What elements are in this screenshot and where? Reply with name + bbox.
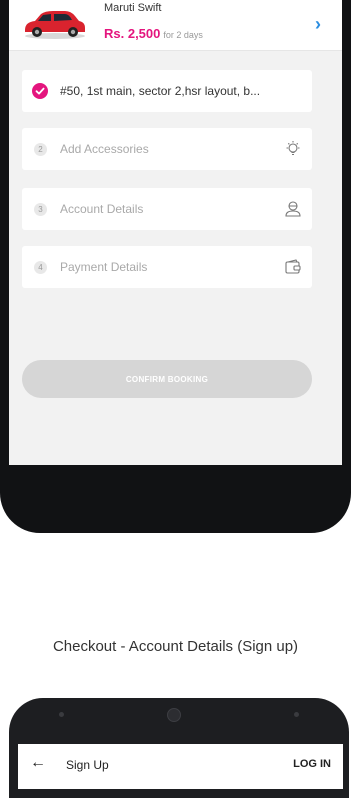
back-arrow-icon[interactable]: ←	[30, 754, 46, 772]
signup-title: Sign Up	[66, 758, 109, 772]
section-caption: Checkout - Account Details (Sign up)	[52, 638, 299, 655]
car-price-value: Rs. 2,500	[104, 26, 161, 41]
car-price: Rs. 2,500 for 2 days	[104, 26, 203, 41]
phone-frame-top: Maruti Swift Rs. 2,500 for 2 days › #50, …	[0, 0, 351, 533]
confirm-booking-button[interactable]: CONFIRM BOOKING	[22, 360, 312, 398]
chevron-right-icon[interactable]: ›	[315, 14, 321, 35]
wallet-icon	[285, 259, 301, 274]
step-number: 4	[34, 261, 47, 274]
step-number: 3	[34, 203, 47, 216]
rental-duration: for 2 days	[163, 30, 203, 40]
sensor-dot	[294, 712, 299, 717]
checkout-screen: Maruti Swift Rs. 2,500 for 2 days › #50, …	[9, 0, 342, 465]
lightbulb-icon	[286, 141, 300, 156]
signup-app-bar: ← Sign Up LOG IN	[18, 744, 343, 789]
phone-frame-bottom: ← Sign Up LOG IN	[9, 698, 349, 798]
login-button[interactable]: LOG IN	[293, 758, 331, 770]
car-name: Maruti Swift	[104, 2, 162, 14]
step-account-details[interactable]: 3 Account Details	[22, 188, 312, 230]
step-delivery-address[interactable]: #50, 1st main, sector 2,hsr layout, b...	[22, 70, 312, 112]
step-add-accessories[interactable]: 2 Add Accessories	[22, 128, 312, 170]
step-label: Payment Details	[60, 260, 148, 274]
car-image	[25, 11, 85, 39]
address-label: #50, 1st main, sector 2,hsr layout, b...	[60, 84, 261, 98]
step-label: Account Details	[60, 202, 144, 216]
step-number: 2	[34, 143, 47, 156]
step-payment-details[interactable]: 4 Payment Details	[22, 246, 312, 288]
user-icon	[285, 201, 301, 217]
step-label: Add Accessories	[60, 142, 149, 156]
car-summary-card[interactable]: Maruti Swift Rs. 2,500 for 2 days ›	[9, 0, 342, 51]
front-camera	[167, 708, 181, 722]
check-icon	[32, 83, 48, 99]
speaker-dot	[59, 712, 64, 717]
